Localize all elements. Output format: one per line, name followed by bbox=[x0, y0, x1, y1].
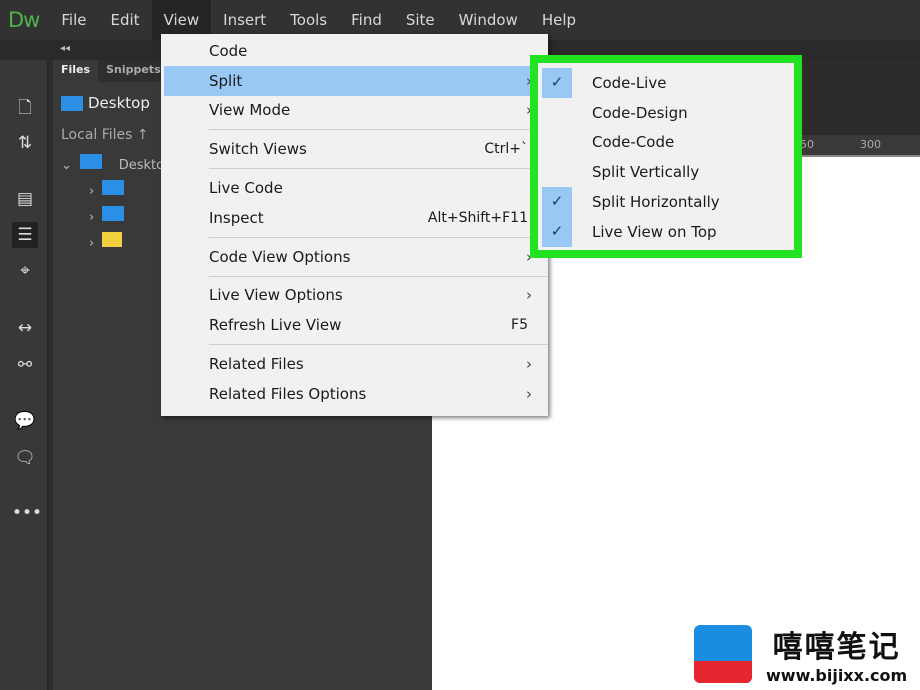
local-files-label[interactable]: Local Files ↑ bbox=[61, 127, 149, 143]
file-transfer-icon[interactable]: ⇅ bbox=[12, 130, 38, 156]
watermark-title: 嘻嘻笔记 bbox=[772, 630, 901, 665]
menu-file[interactable]: File bbox=[49, 0, 98, 40]
site-selector[interactable]: Desktop bbox=[61, 94, 150, 112]
menu-item-label: Related Files Options bbox=[209, 384, 367, 403]
ruler-tick: 300 bbox=[860, 138, 881, 151]
checkmark-icon bbox=[542, 157, 572, 187]
menu-item-label: Live Code bbox=[209, 179, 283, 198]
format-code-icon[interactable]: ☰ bbox=[12, 222, 38, 248]
checkmark-icon: ✓ bbox=[542, 216, 572, 247]
checkmark-icon: ✓ bbox=[542, 68, 572, 98]
submenu-item-live-view-on-top[interactable]: ✓ Live View on Top bbox=[538, 216, 794, 247]
chevron-right-icon: › bbox=[526, 355, 532, 374]
tab-snippets[interactable]: Snippets bbox=[98, 60, 169, 82]
submenu-item-split-vertically[interactable]: Split Vertically bbox=[538, 157, 794, 187]
tree-root[interactable]: ⌄ Desktop bbox=[61, 154, 172, 173]
submenu-item-label: Code-Code bbox=[592, 133, 675, 152]
comment-settings-icon[interactable]: 🗨 bbox=[12, 445, 38, 471]
link-icon[interactable]: ⚯ bbox=[12, 352, 38, 378]
computer-icon bbox=[102, 180, 125, 195]
menu-item-label: View Mode bbox=[209, 101, 291, 120]
submenu-item-code-design[interactable]: Code-Design bbox=[538, 98, 794, 128]
collapse-panel-icon[interactable]: ◂◂ bbox=[60, 43, 70, 54]
submenu-item-label: Split Vertically bbox=[592, 163, 700, 182]
view-menu: Code Split › View Mode › Switch Views Ctrl+` Li… bbox=[161, 34, 548, 416]
menu-item-related-files-options[interactable]: Related Files Options › bbox=[161, 379, 548, 409]
menu-item-code[interactable]: Code bbox=[161, 36, 548, 66]
submenu-item-label: Live View on Top bbox=[592, 222, 717, 241]
menu-item-live-view-options[interactable]: Live View Options › bbox=[161, 281, 548, 311]
split-submenu: ✓ Code-Live Code-Design Code-Code Split Vert… bbox=[530, 55, 802, 258]
menu-item-label: Live View Options bbox=[209, 286, 343, 305]
left-toolbar: 🗋 ⇅ ▤ ☰ ⌖ ↔ ⚯ 💬 🗨 ••• bbox=[0, 60, 50, 690]
desktop-icon bbox=[61, 95, 83, 111]
menu-item-label: Split bbox=[209, 71, 243, 90]
folder-icon bbox=[102, 232, 123, 247]
dreamweaver-logo: Dw bbox=[8, 8, 40, 32]
menu-item-switch-views[interactable]: Switch Views Ctrl+` bbox=[161, 134, 548, 164]
tree-item-computer[interactable]: › bbox=[89, 180, 125, 199]
local-files-text: Local Files bbox=[61, 127, 133, 143]
menu-item-label: Inspect bbox=[209, 208, 264, 227]
submenu-item-code-live[interactable]: ✓ Code-Live bbox=[538, 68, 794, 98]
submenu-item-label: Code-Live bbox=[592, 73, 667, 92]
network-icon bbox=[102, 206, 125, 221]
menu-item-label: Related Files bbox=[209, 355, 304, 374]
checkmark-icon: ✓ bbox=[542, 187, 572, 217]
watermark-logo: 嘻嘻笔记 www.bijixx.com bbox=[694, 622, 907, 685]
checkmark-icon bbox=[542, 128, 572, 158]
menu-edit[interactable]: Edit bbox=[98, 0, 151, 40]
submenu-item-code-code[interactable]: Code-Code bbox=[538, 128, 794, 158]
menu-separator bbox=[209, 236, 548, 238]
menu-item-split[interactable]: Split › bbox=[164, 65, 548, 96]
menu-item-code-view-options[interactable]: Code View Options › bbox=[161, 242, 548, 272]
site-name: Desktop bbox=[88, 94, 150, 112]
menu-separator bbox=[209, 129, 548, 131]
ruler-tick: 50 bbox=[800, 138, 814, 151]
more-icon[interactable]: ••• bbox=[12, 500, 42, 526]
chevron-right-icon: › bbox=[526, 286, 532, 305]
menu-item-label: Code View Options bbox=[209, 247, 351, 266]
inspect-document-icon[interactable]: ▤ bbox=[12, 186, 38, 212]
tree-item-network[interactable]: › bbox=[89, 206, 125, 225]
desktop-icon bbox=[80, 154, 103, 169]
shortcut-label: Alt+Shift+F11 bbox=[427, 209, 528, 226]
menu-item-refresh-live-view[interactable]: Refresh Live View F5 bbox=[161, 310, 548, 340]
menu-separator bbox=[209, 168, 548, 170]
menu-item-label: Code bbox=[209, 41, 248, 60]
menu-item-related-files[interactable]: Related Files › bbox=[161, 349, 548, 379]
menu-item-view-mode[interactable]: View Mode › bbox=[161, 96, 548, 126]
tab-files[interactable]: Files bbox=[53, 60, 99, 82]
comment-icon[interactable]: 💬 bbox=[12, 408, 38, 434]
submenu-item-label: Code-Design bbox=[592, 103, 688, 122]
shortcut-label: F5 bbox=[511, 317, 528, 334]
menu-item-inspect[interactable]: Inspect Alt+Shift+F11 bbox=[161, 203, 548, 233]
shortcut-label: Ctrl+` bbox=[484, 141, 528, 158]
submenu-item-split-horizontally[interactable]: ✓ Split Horizontally bbox=[538, 187, 794, 217]
watermark-house-icon bbox=[694, 624, 752, 683]
menu-item-label: Refresh Live View bbox=[209, 316, 342, 335]
target-icon[interactable]: ⌖ bbox=[12, 258, 38, 284]
watermark-url: www.bijixx.com bbox=[766, 666, 908, 685]
menu-separator bbox=[209, 275, 548, 277]
menu-item-live-code[interactable]: Live Code bbox=[161, 173, 548, 203]
menu-separator bbox=[209, 344, 548, 346]
checkmark-icon bbox=[542, 98, 572, 128]
chevron-right-icon: › bbox=[526, 384, 532, 403]
new-document-icon[interactable]: 🗋 bbox=[12, 95, 38, 121]
tree-item-folder[interactable]: › bbox=[89, 232, 123, 251]
expand-icon[interactable]: ↔ bbox=[12, 315, 38, 341]
submenu-item-label: Split Horizontally bbox=[592, 193, 720, 212]
menu-item-label: Switch Views bbox=[209, 140, 307, 159]
